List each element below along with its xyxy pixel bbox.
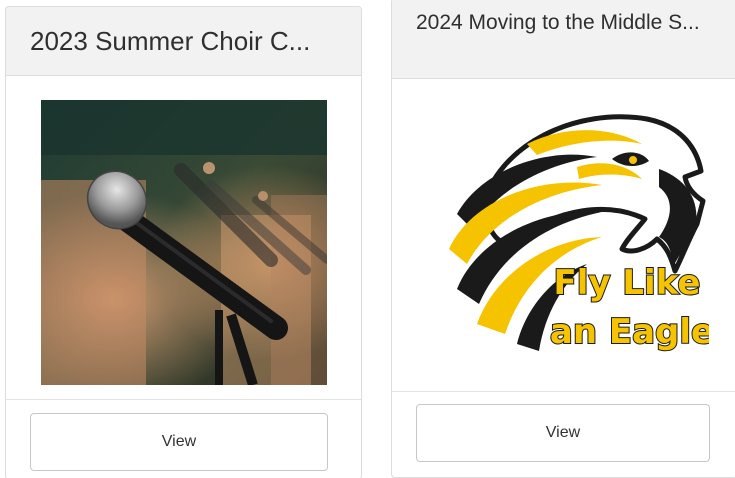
view-button[interactable]: View bbox=[30, 413, 328, 471]
card-footer: View bbox=[6, 399, 361, 478]
logo-text-line1: Fly Like bbox=[554, 263, 701, 303]
logo-text-line2: an Eagle bbox=[550, 312, 709, 352]
eagle-logo: Fly Like an Eagle bbox=[427, 89, 715, 379]
card-image-area: Fly Like an Eagle bbox=[392, 79, 735, 394]
microphone-photo bbox=[41, 100, 327, 385]
card-title: 2024 Moving to the Middle S... bbox=[392, 0, 735, 79]
view-button[interactable]: View bbox=[416, 404, 710, 462]
card-title: 2023 Summer Choir C... bbox=[6, 7, 361, 76]
card-image-area bbox=[6, 76, 361, 402]
card-footer: View bbox=[392, 391, 735, 477]
item-card: 2023 Summer Choir C... View bbox=[5, 6, 362, 478]
item-card: 2024 Moving to the Middle S... Fly Like … bbox=[391, 0, 735, 478]
